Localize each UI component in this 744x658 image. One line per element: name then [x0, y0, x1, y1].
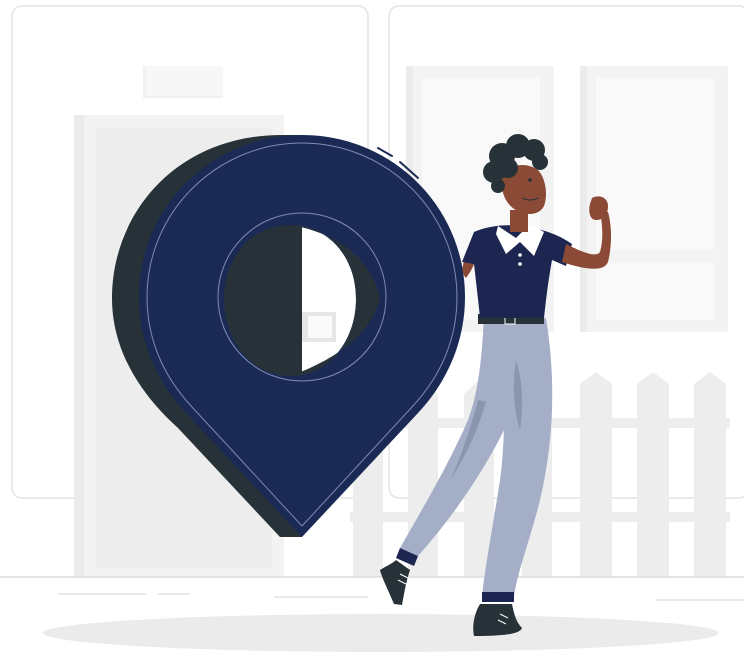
person-back-shoe	[380, 560, 410, 605]
illustration-scene	[0, 0, 744, 658]
person-front-shoe	[473, 604, 522, 636]
floor	[0, 576, 744, 601]
door-sign	[143, 66, 223, 98]
ground-shadow	[43, 614, 719, 652]
location-illustration	[0, 5, 744, 652]
